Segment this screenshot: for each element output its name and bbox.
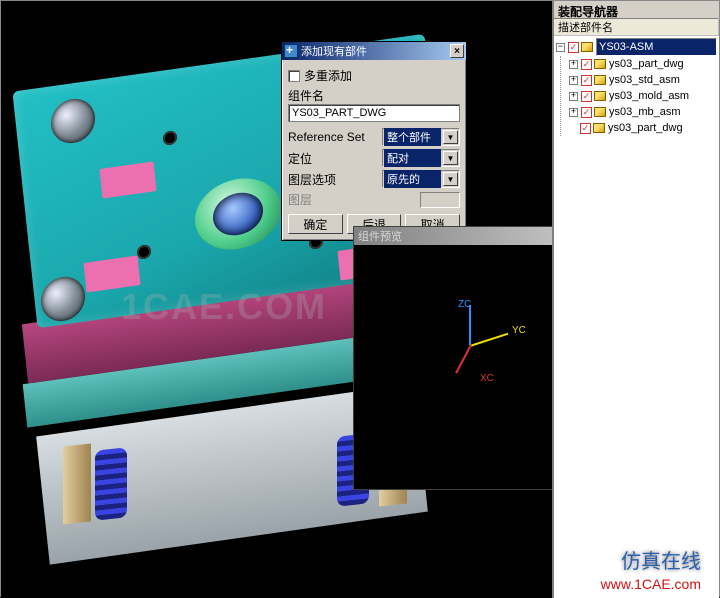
tree-child-node[interactable]: + ys03_mb_asm bbox=[569, 104, 717, 120]
add-existing-component-dialog: 添加现有部件 × 多重添加 组件名 Reference Set 整个部件 ▼ 定… bbox=[281, 41, 467, 241]
axis-y-label: YC bbox=[512, 325, 526, 336]
dialog-title-text: 添加现有部件 bbox=[301, 43, 367, 59]
component-name-label: 组件名 bbox=[288, 87, 460, 104]
part-icon bbox=[594, 75, 606, 85]
sprue-bushing bbox=[195, 173, 281, 255]
layer-option-value: 原先的 bbox=[384, 170, 441, 188]
tree-checkbox[interactable] bbox=[581, 75, 592, 86]
tree-child-node[interactable]: + ys03_mold_asm bbox=[569, 88, 717, 104]
preview-title-text: 组件预览 bbox=[358, 228, 402, 244]
component-name-input[interactable] bbox=[288, 104, 460, 122]
tree-child-node[interactable]: ys03_part_dwg bbox=[569, 120, 717, 136]
reference-set-value: 整个部件 bbox=[384, 128, 441, 146]
spring bbox=[95, 447, 127, 520]
tree-children: + ys03_part_dwg + ys03_std_asm + ys03_mo… bbox=[560, 56, 717, 136]
layer-input-disabled bbox=[420, 192, 460, 208]
multi-add-row: 多重添加 bbox=[288, 67, 460, 84]
tree-child-node[interactable]: + ys03_part_dwg bbox=[569, 56, 717, 72]
tree-child-node[interactable]: + ys03_std_asm bbox=[569, 72, 717, 88]
tree-root-node[interactable]: − YS03-ASM bbox=[556, 38, 717, 56]
tree-child-label[interactable]: ys03_std_asm bbox=[609, 72, 680, 88]
part-icon bbox=[594, 107, 606, 117]
tree-checkbox[interactable] bbox=[581, 91, 592, 102]
footer-url: www.1CAE.com bbox=[601, 576, 701, 592]
assembly-navigator-panel: 装配导航器 描述部件名 − YS03-ASM + ys03_part_dwg +… bbox=[552, 1, 719, 598]
axis-z-label: ZC bbox=[458, 299, 471, 310]
dialog-titlebar[interactable]: 添加现有部件 × bbox=[282, 42, 466, 60]
chevron-down-icon[interactable]: ▼ bbox=[443, 172, 458, 186]
collapse-icon[interactable]: − bbox=[556, 43, 565, 52]
assembly-icon bbox=[581, 42, 593, 52]
expand-icon[interactable]: + bbox=[569, 76, 578, 85]
guide-pillar bbox=[63, 444, 91, 525]
tree-checkbox[interactable] bbox=[568, 42, 579, 53]
tree-child-label[interactable]: ys03_mb_asm bbox=[609, 104, 681, 120]
part-icon bbox=[593, 123, 605, 133]
expand-icon[interactable]: + bbox=[569, 92, 578, 101]
panel-title: 装配导航器 bbox=[554, 1, 719, 19]
expand-icon[interactable]: + bbox=[569, 108, 578, 117]
layer-label: 图层 bbox=[288, 191, 416, 208]
layer-option-label: 图层选项 bbox=[288, 171, 378, 188]
dialog-icon bbox=[284, 44, 298, 58]
component-preview-window: 组件预览 ZC YC XC bbox=[353, 226, 557, 490]
panel-column-header[interactable]: 描述部件名 bbox=[554, 19, 719, 36]
part-icon bbox=[594, 91, 606, 101]
tree-checkbox[interactable] bbox=[581, 107, 592, 118]
position-label: 定位 bbox=[288, 150, 378, 167]
tree-root-label[interactable]: YS03-ASM bbox=[596, 38, 717, 56]
tree-checkbox[interactable] bbox=[580, 123, 591, 134]
layer-option-select[interactable]: 原先的 ▼ bbox=[382, 170, 460, 188]
close-icon[interactable]: × bbox=[450, 44, 464, 58]
preview-titlebar[interactable]: 组件预览 bbox=[354, 227, 556, 245]
multi-add-label: 多重添加 bbox=[304, 67, 352, 84]
reference-set-select[interactable]: 整个部件 ▼ bbox=[382, 128, 460, 146]
reference-set-label: Reference Set bbox=[288, 130, 378, 144]
chevron-down-icon[interactable]: ▼ bbox=[443, 130, 458, 144]
tree-checkbox[interactable] bbox=[581, 59, 592, 70]
tree-child-label[interactable]: ys03_mold_asm bbox=[609, 88, 689, 104]
tree-child-label[interactable]: ys03_part_dwg bbox=[608, 120, 683, 136]
chevron-down-icon[interactable]: ▼ bbox=[443, 151, 458, 165]
footer-brand-cn: 仿真在线 bbox=[621, 545, 701, 574]
tree-child-label[interactable]: ys03_part_dwg bbox=[609, 56, 684, 72]
assembly-tree[interactable]: − YS03-ASM + ys03_part_dwg + ys03_std_as… bbox=[554, 36, 719, 138]
ok-button[interactable]: 确定 bbox=[288, 214, 343, 234]
preview-viewport[interactable]: ZC YC XC bbox=[354, 245, 556, 489]
part-icon bbox=[594, 59, 606, 69]
position-select[interactable]: 配对 ▼ bbox=[382, 149, 460, 167]
column-header-name[interactable]: 描述部件名 bbox=[554, 18, 719, 36]
position-value: 配对 bbox=[384, 149, 441, 167]
multi-add-checkbox[interactable] bbox=[288, 70, 300, 82]
expand-icon[interactable]: + bbox=[569, 60, 578, 69]
axis-x-label: XC bbox=[480, 373, 494, 384]
